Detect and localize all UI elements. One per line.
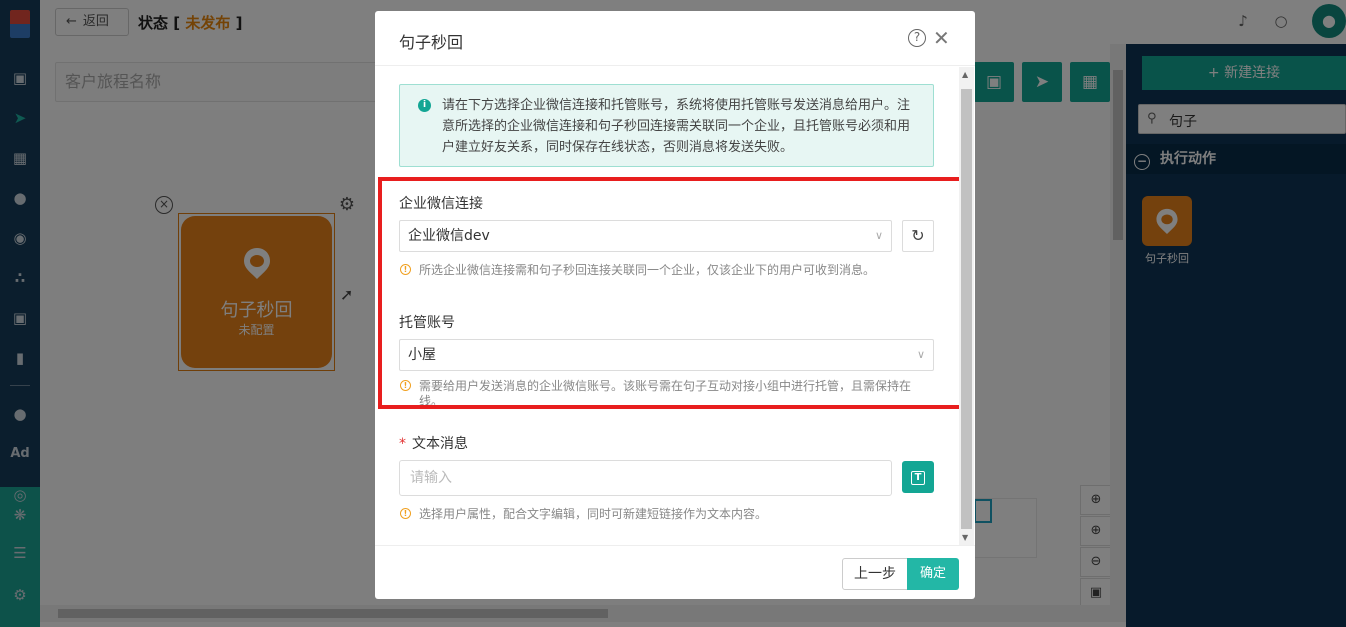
config-dialog: 句子秒回 ? ✕ i 请在下方选择企业微信连接和托管账号，系统将使用托管账号发送… <box>375 11 975 599</box>
scroll-up-icon[interactable]: ▲ <box>962 70 968 79</box>
info-icon: i <box>418 99 431 112</box>
hosted-account-value: 小屋 <box>408 347 436 363</box>
text-message-input[interactable]: 请输入 <box>399 460 892 496</box>
hint-text: 选择用户属性，配合文字编辑，同时可新建短链接作为文本内容。 <box>419 507 768 521</box>
chevron-down-icon: ∨ <box>916 348 925 361</box>
refresh-icon[interactable]: ↻ <box>902 220 934 252</box>
dialog-body: i 请在下方选择企业微信连接和托管账号，系统将使用托管账号发送消息给用户。注意所… <box>375 67 975 545</box>
dialog-header: 句子秒回 ? ✕ <box>375 11 975 66</box>
text-message-label: * 文本消息 <box>399 433 468 453</box>
warning-icon: ! <box>400 264 411 275</box>
insert-text-icon[interactable]: T <box>902 461 934 493</box>
hint-text: 所选企业微信连接需和句子秒回连接关联同一个企业，仅该企业下的用户可收到消息。 <box>419 263 876 277</box>
hint-text: 需要给用户发送消息的企业微信账号。该账号需在句子互动对接小组中进行托管，且需保持… <box>419 379 912 405</box>
info-alert: i 请在下方选择企业微信连接和托管账号，系统将使用托管账号发送消息给用户。注意所… <box>399 84 934 167</box>
chevron-down-icon: ∨ <box>874 229 883 242</box>
text-message-hint: ! 选择用户属性，配合文字编辑，同时可新建短链接作为文本内容。 <box>399 507 934 522</box>
info-text: 请在下方选择企业微信连接和托管账号，系统将使用托管账号发送消息给用户。注意所选择… <box>442 98 911 155</box>
hosted-account-label: 托管账号 <box>399 315 455 331</box>
required-mark: * <box>399 436 406 452</box>
dialog-footer: 上一步 确定 <box>375 545 975 599</box>
wecom-connection-label: 企业微信连接 <box>399 196 483 212</box>
close-icon[interactable]: ✕ <box>933 26 950 50</box>
hosted-account-select[interactable]: 小屋 ∨ <box>399 339 934 371</box>
dialog-scrollbar[interactable]: ▲ ▼ <box>959 67 974 545</box>
help-icon[interactable]: ? <box>908 29 926 47</box>
warning-icon: ! <box>400 508 411 519</box>
scroll-thumb[interactable] <box>961 89 972 529</box>
wecom-connection-select[interactable]: 企业微信dev ∨ <box>399 220 892 252</box>
dialog-title: 句子秒回 <box>399 33 464 52</box>
warning-icon: ! <box>400 380 411 391</box>
hosted-account-hint: ! 需要给用户发送消息的企业微信账号。该账号需在句子互动对接小组中进行托管，且需… <box>399 379 934 405</box>
previous-button[interactable]: 上一步 <box>842 558 908 590</box>
text-message-label-text: 文本消息 <box>412 436 468 452</box>
wecom-connection-value: 企业微信dev <box>408 228 490 244</box>
wecom-connection-hint: ! 所选企业微信连接需和句子秒回连接关联同一个企业，仅该企业下的用户可收到消息。 <box>399 263 934 278</box>
scroll-down-icon[interactable]: ▼ <box>962 533 968 542</box>
confirm-button[interactable]: 确定 <box>907 558 959 590</box>
